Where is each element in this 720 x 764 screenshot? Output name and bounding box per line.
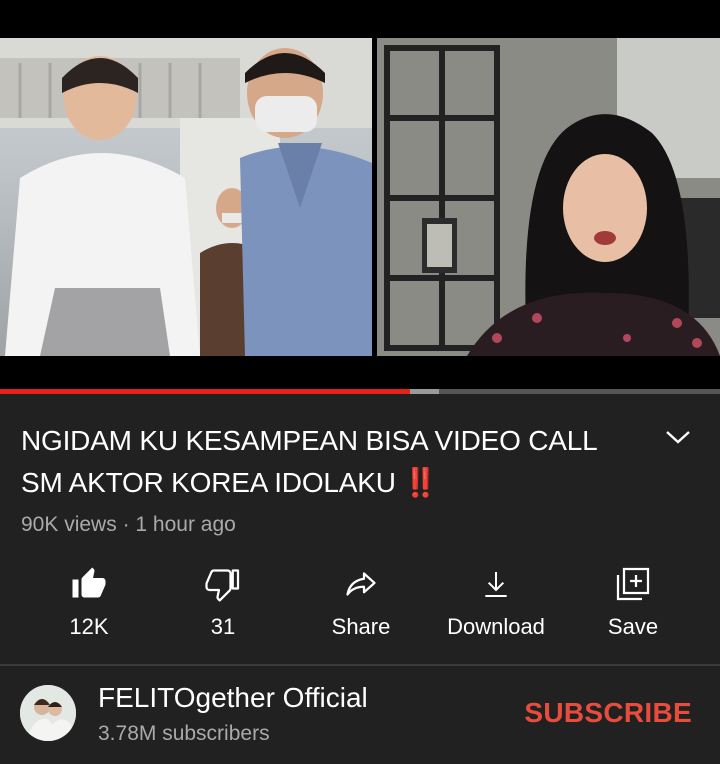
double-exclamation-emoji: ‼️ [403, 467, 439, 498]
left-frame-scene [0, 38, 372, 356]
channel-avatar-image [20, 685, 76, 741]
right-frame-scene [377, 38, 720, 356]
dislike-count: 31 [210, 614, 236, 639]
download-label: Download [447, 614, 545, 639]
save-button[interactable]: Save [568, 560, 698, 640]
like-button[interactable]: 12K [24, 560, 154, 640]
video-title[interactable]: NGIDAM KU KESAMPEAN BISA VIDEO CALL SM A… [21, 420, 621, 504]
progress-bar[interactable] [0, 389, 720, 394]
save-label: Save [607, 614, 659, 639]
progress-played [0, 389, 411, 394]
like-count: 12K [69, 614, 109, 639]
channel-name[interactable]: FELITOgether Official [98, 682, 368, 714]
add-to-playlist-icon [616, 567, 650, 601]
video-title-text: NGIDAM KU KESAMPEAN BISA VIDEO CALL SM A… [21, 425, 597, 498]
upload-age: 1 hour ago [135, 513, 236, 536]
share-label: Share [331, 614, 391, 639]
subscriber-count: 3.78M subscribers [98, 722, 270, 745]
expand-description-button[interactable] [664, 425, 692, 449]
subscribe-button[interactable]: SUBSCRIBE [524, 697, 692, 729]
thumb-up-icon [72, 567, 106, 598]
download-button[interactable]: Download [431, 560, 561, 640]
download-icon [485, 572, 507, 597]
meta-separator: · [122, 513, 130, 536]
divider [0, 664, 720, 666]
video-meta: 90K views · 1 hour ago [21, 513, 236, 537]
share-icon [346, 572, 376, 596]
video-call-left-frame [0, 38, 372, 356]
action-bar: 12K 31 Share Download Save [0, 560, 720, 650]
view-count: 90K views [21, 513, 117, 536]
chevron-down-icon [666, 431, 690, 444]
dislike-button[interactable]: 31 [158, 560, 288, 640]
channel-avatar[interactable] [20, 685, 76, 741]
share-button[interactable]: Share [296, 560, 426, 640]
video-call-right-frame [377, 38, 720, 356]
video-player[interactable] [0, 0, 720, 394]
thumb-down-icon [205, 569, 240, 602]
